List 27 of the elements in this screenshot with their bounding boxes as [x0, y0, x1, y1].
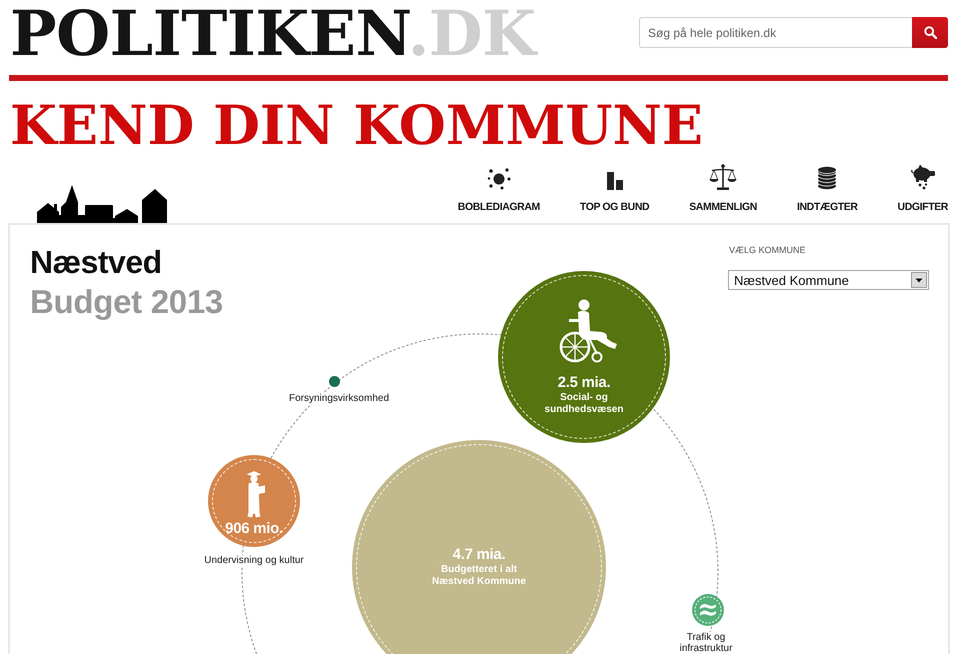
municipality-name: Næstved [30, 244, 163, 280]
bubble-caption: Budgetteret i alt Næstved Kommune [432, 564, 526, 588]
bubble-label: Trafik og infrastruktur [678, 632, 734, 654]
search-button[interactable] [912, 17, 948, 48]
caret-icon [911, 272, 927, 288]
piggy-bank-icon [910, 164, 935, 190]
nav-link[interactable]: SAMMENLIGN [689, 164, 757, 214]
scales-icon [709, 164, 738, 190]
bar-chart-icon [606, 172, 623, 190]
budget-title: Budget 2013 [30, 284, 223, 320]
nav-link[interactable]: TOP OG BUND [580, 164, 650, 214]
picker-label: VÆLG KOMMUNE [729, 244, 806, 256]
nav-link[interactable]: BOBLEDIAGRAM [458, 164, 540, 214]
bubble-caption: Social- og sundhedsvæsen [544, 392, 624, 416]
amount-text: 2.5 mia. [558, 374, 610, 392]
nav-link[interactable]: UDGIFTER [898, 164, 948, 214]
municipality-select[interactable]: Næstved Kommune [728, 270, 929, 290]
coin-stack-icon [817, 166, 838, 190]
search-icon [924, 26, 936, 39]
amount-text: 4.7 mia. [452, 546, 506, 564]
nav-link[interactable]: INDTÆGTER [796, 164, 858, 214]
page-title: KEND DIN KOMMUNE [10, 97, 704, 153]
bubble-label: Forsyningsvirksomhed [286, 393, 392, 404]
search-field[interactable]: Søg på hele politiken.dk [639, 17, 912, 48]
bubble-label: Undervisning og kultur [202, 555, 306, 566]
bubbles-icon [486, 166, 511, 190]
amount-text: 906 mio. [225, 520, 283, 538]
